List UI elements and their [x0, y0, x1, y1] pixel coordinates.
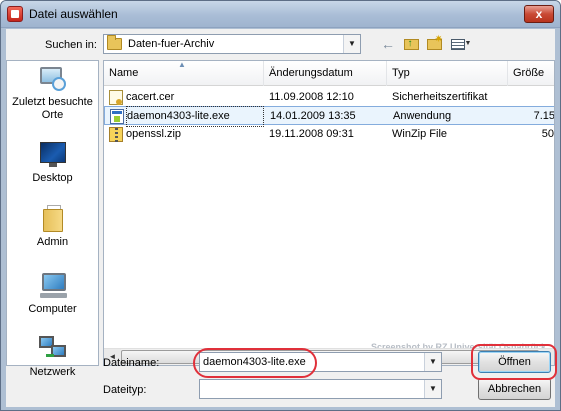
new-folder-icon	[426, 31, 443, 50]
file-type: WinZip File	[392, 128, 448, 140]
certificate-file-icon	[109, 90, 123, 105]
place-admin[interactable]: Admin	[7, 203, 98, 249]
open-button[interactable]: Öffnen	[478, 351, 551, 373]
folder-up-icon	[403, 35, 419, 53]
filename-field[interactable]: daemon4303-lite.exe ▼	[199, 352, 442, 372]
column-header-label: Name	[109, 67, 139, 79]
new-folder-button[interactable]	[425, 31, 443, 53]
executable-file-icon	[110, 109, 124, 124]
user-folder-icon	[38, 203, 68, 233]
filename-value: daemon4303-lite.exe	[203, 356, 306, 368]
up-folder-button[interactable]	[402, 35, 420, 53]
file-size: 50	[541, 128, 554, 140]
place-label: Zuletzt besuchte Orte	[12, 96, 93, 121]
chevron-down-icon[interactable]: ▼	[424, 353, 441, 371]
cancel-button[interactable]: Abbrechen	[478, 378, 551, 400]
filename-label: Dateiname:	[103, 357, 160, 369]
file-row-openssl[interactable]: openssl.zip 19.11.2008 09:31 WinZip File…	[104, 125, 554, 144]
place-label: Admin	[36, 236, 69, 248]
recent-places-icon	[38, 63, 68, 93]
zip-file-icon	[109, 127, 123, 142]
place-label: Desktop	[32, 172, 73, 184]
place-label: Netzwerk	[29, 366, 76, 378]
lookin-value: Daten-fuer-Archiv	[128, 38, 215, 50]
lookin-label: Suchen in:	[45, 39, 97, 51]
file-row-daemon[interactable]: daemon4303-lite.exe 14.01.2009 13:35 Anw…	[104, 106, 555, 127]
file-list[interactable]: Name ▲ Änderungsdatum Typ Größe cacert.c…	[103, 60, 555, 366]
column-header-row: Name ▲ Änderungsdatum Typ Größe	[104, 61, 554, 86]
place-desktop[interactable]: Desktop	[7, 139, 98, 185]
file-name: openssl.zip	[126, 128, 182, 140]
file-date: 19.11.2008 09:31	[269, 128, 354, 140]
place-label: Computer	[28, 303, 77, 315]
dialog-body: Suchen in: Daten-fuer-Archiv ▼ ← ▼ Zulet…	[6, 29, 557, 407]
chevron-down-icon[interactable]: ▼	[343, 35, 360, 53]
back-button[interactable]: ←	[380, 35, 396, 53]
view-icon	[450, 39, 465, 50]
network-icon	[38, 333, 68, 363]
desktop-icon	[38, 139, 68, 169]
place-recent[interactable]: Zuletzt besuchte Orte	[7, 63, 98, 122]
filetype-label: Dateityp:	[103, 384, 147, 396]
place-network[interactable]: Netzwerk	[7, 333, 98, 379]
title-bar[interactable]: Datei auswählen x	[1, 1, 560, 28]
file-type: Sicherheitszertifikat	[392, 91, 488, 103]
file-type: Anwendung	[393, 110, 452, 122]
chevron-down-icon: ▼	[464, 40, 472, 47]
place-computer[interactable]: Computer	[7, 270, 98, 316]
close-button[interactable]: x	[524, 5, 554, 23]
computer-icon	[38, 270, 68, 300]
window-title: Datei auswählen	[29, 7, 118, 21]
view-menu-button[interactable]: ▼	[448, 35, 474, 53]
column-header-date[interactable]: Änderungsdatum	[264, 61, 387, 86]
app-icon	[7, 6, 23, 22]
column-header-name[interactable]: Name ▲	[104, 61, 264, 86]
file-date: 11.09.2008 12:10	[269, 91, 354, 103]
file-name: daemon4303-lite.exe	[126, 106, 264, 127]
file-open-dialog: Datei auswählen x Suchen in: Daten-fuer-…	[0, 0, 561, 411]
lookin-dropdown[interactable]: Daten-fuer-Archiv ▼	[103, 34, 361, 54]
column-header-type[interactable]: Typ	[387, 61, 508, 86]
folder-icon	[107, 35, 122, 50]
file-row-cacert[interactable]: cacert.cer 11.09.2008 12:10 Sicherheitsz…	[104, 88, 554, 107]
column-header-size[interactable]: Größe	[508, 61, 554, 86]
sort-ascending-icon: ▲	[178, 61, 186, 69]
file-size: 7.15	[533, 110, 555, 122]
file-name: cacert.cer	[126, 91, 175, 103]
chevron-down-icon[interactable]: ▼	[424, 380, 441, 398]
file-date: 14.01.2009 13:35	[270, 110, 356, 122]
places-bar: Zuletzt besuchte Orte Desktop Admin Comp…	[6, 60, 99, 378]
filetype-select[interactable]: ▼	[199, 379, 442, 399]
